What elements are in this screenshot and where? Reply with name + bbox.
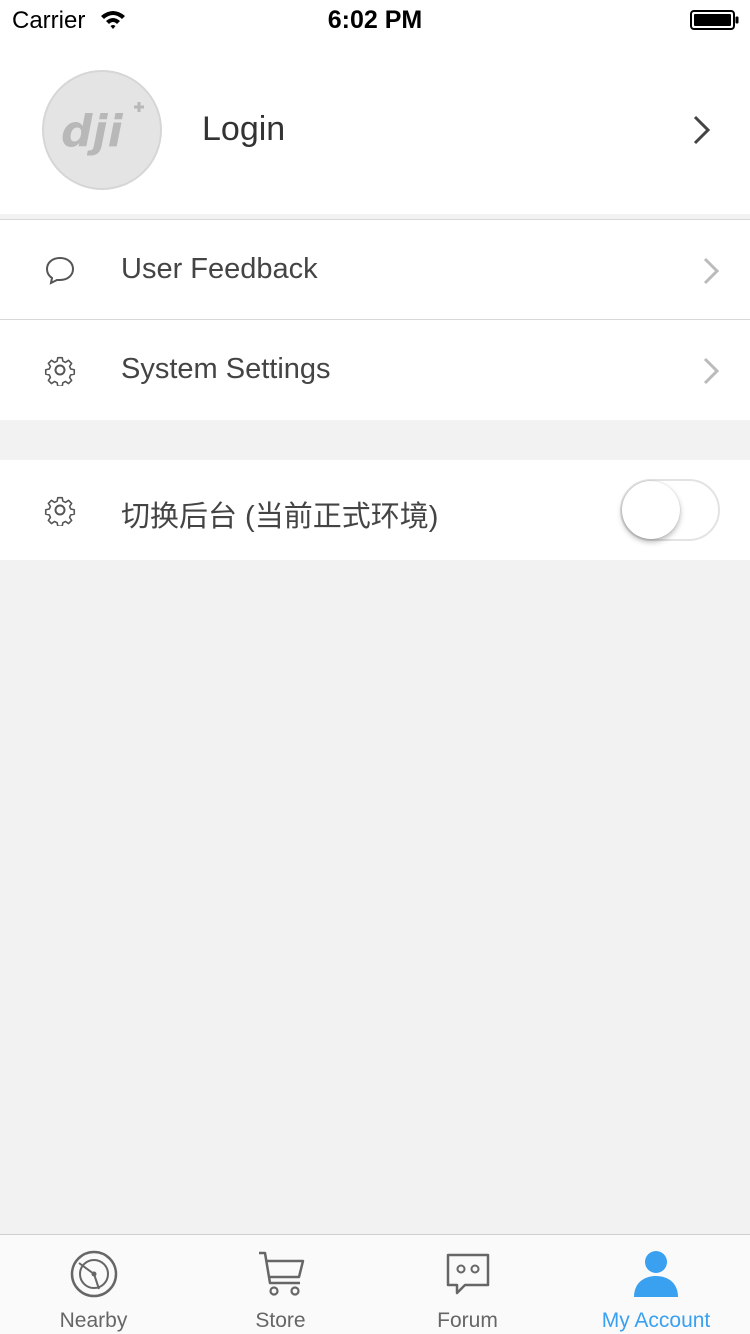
person-icon [634,1251,678,1297]
gear-icon [44,356,76,386]
login-row[interactable]: dji Login [0,40,750,214]
account-screen: Carrier 6:02 PM dji Login User Feedback … [0,0,750,1334]
battery-icon [690,10,739,30]
tab-forum-label: Forum [437,1309,498,1332]
backend-switch-toggle[interactable] [620,479,720,541]
chevron-right-icon [703,357,720,385]
backend-switch-label: 切换后台 (当前正式环境) [121,501,439,533]
tab-my-account-label: My Account [601,1309,711,1332]
radar-icon [70,1250,117,1298]
chat-bubble-icon [45,256,75,285]
user-feedback-label: User Feedback [121,253,318,285]
tab-store[interactable]: Store [187,1235,374,1334]
dji-logo-icon: dji [61,102,144,157]
system-settings-row[interactable]: System Settings [0,320,750,420]
chat-bubble-icon [446,1253,489,1295]
user-feedback-row[interactable]: User Feedback [0,220,750,320]
status-time: 6:02 PM [327,6,423,34]
gear-icon [44,496,76,526]
chevron-right-icon [693,115,711,145]
tab-bar: Nearby Store Forum My Account [0,1234,750,1334]
cart-icon [258,1251,304,1296]
chevron-right-icon [703,257,720,285]
avatar-logo-text: dji [61,106,124,157]
tab-nearby-label: Nearby [59,1309,128,1332]
login-label: Login [202,110,286,148]
avatar: dji [42,70,162,190]
tab-my-account[interactable]: My Account [562,1235,750,1334]
backend-switch-row: 切换后台 (当前正式环境) [0,460,750,560]
tab-forum[interactable]: Forum [374,1235,561,1334]
tab-nearby[interactable]: Nearby [0,1235,187,1334]
toggle-knob[interactable] [622,481,680,539]
status-bar: Carrier 6:02 PM [0,0,750,40]
tab-store-label: Store [255,1309,306,1332]
system-settings-label: System Settings [121,353,331,385]
